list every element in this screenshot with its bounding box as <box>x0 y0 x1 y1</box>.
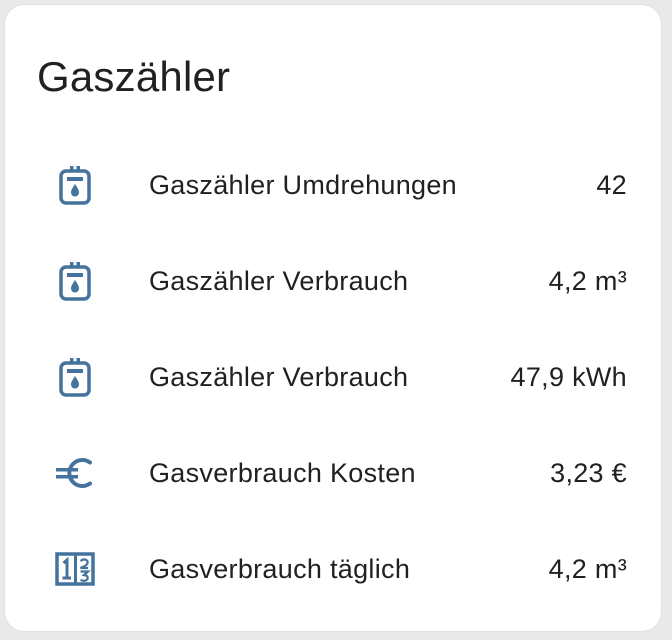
entity-state: 4,2 m³ <box>548 553 627 584</box>
entity-row-gas-daily[interactable]: Gasverbrauch täglich 4,2 m³ <box>5 521 661 617</box>
card-title: Gaszähler <box>37 53 231 100</box>
entity-name: Gaszähler Verbrauch <box>149 265 409 296</box>
entity-row-gas-consumption-m3[interactable]: Gaszähler Verbrauch 4,2 m³ <box>5 233 661 329</box>
entity-state: 47,9 kWh <box>510 361 627 392</box>
entity-row-gas-rotations[interactable]: Gaszähler Umdrehungen 42 <box>5 137 661 233</box>
entity-row-gas-cost[interactable]: Gasverbrauch Kosten 3,23 € <box>5 425 661 521</box>
entity-name: Gaszähler Verbrauch <box>149 361 409 392</box>
meter-gas-icon <box>53 259 97 303</box>
meter-gas-icon <box>53 163 97 207</box>
currency-eur-icon <box>53 451 97 495</box>
entity-name: Gaszähler Umdrehungen <box>149 169 457 200</box>
entity-state: 4,2 m³ <box>548 265 627 296</box>
entity-list: Gaszähler Umdrehungen 42 Gaszähler Verbr… <box>5 137 661 617</box>
entity-name: Gasverbrauch täglich <box>149 553 411 584</box>
entities-card: Gaszähler Gaszähler Umdrehungen 42 Gaszä… <box>4 4 662 632</box>
entity-state: 3,23 € <box>550 457 627 488</box>
entity-name: Gasverbrauch Kosten <box>149 457 416 488</box>
fraction-icon <box>53 547 97 591</box>
entity-row-gas-consumption-kwh[interactable]: Gaszähler Verbrauch 47,9 kWh <box>5 329 661 425</box>
meter-gas-icon <box>53 355 97 399</box>
entity-state: 42 <box>596 169 627 200</box>
